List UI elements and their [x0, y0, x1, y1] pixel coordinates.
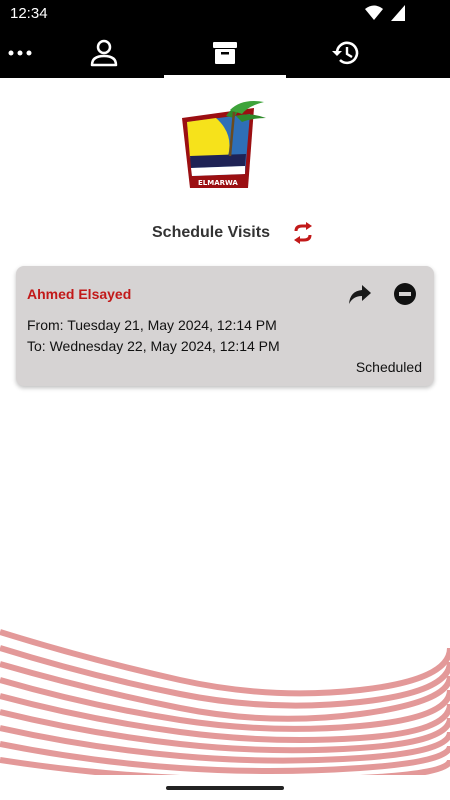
top-navigation [0, 28, 450, 78]
visit-status: Scheduled [355, 359, 422, 375]
visitor-name: Ahmed Elsayed [27, 286, 132, 302]
wave-decoration [0, 629, 450, 775]
svg-text:ELMARWA: ELMARWA [198, 179, 238, 187]
refresh-icon[interactable] [292, 221, 314, 245]
more-menu-button[interactable] [0, 28, 40, 78]
tab-profile[interactable] [44, 28, 164, 78]
status-bar: 12:34 [0, 0, 450, 28]
forward-icon[interactable] [348, 283, 372, 305]
heading-row: Schedule Visits [0, 220, 450, 248]
history-icon [332, 41, 359, 65]
signal-icon [391, 5, 405, 21]
wifi-icon [365, 5, 383, 20]
tab-history[interactable] [286, 28, 406, 78]
archive-icon [213, 42, 237, 64]
page-title: Schedule Visits [152, 224, 270, 241]
status-time: 12:34 [10, 5, 48, 22]
tab-archive[interactable] [164, 28, 286, 78]
remove-icon[interactable] [393, 282, 417, 306]
visit-from-date: From: Tuesday 21, May 2024, 12:14 PM [27, 317, 277, 333]
home-indicator[interactable] [166, 786, 284, 790]
visit-card[interactable]: Ahmed Elsayed From: Tuesday 21, May 2024… [16, 266, 434, 386]
elmarwa-logo: ELMARWA [182, 101, 266, 188]
visit-to-date: To: Wednesday 22, May 2024, 12:14 PM [27, 338, 280, 354]
status-icons [365, 5, 405, 21]
profile-icon [90, 39, 118, 67]
more-icon [8, 50, 32, 56]
active-tab-indicator [164, 75, 286, 78]
